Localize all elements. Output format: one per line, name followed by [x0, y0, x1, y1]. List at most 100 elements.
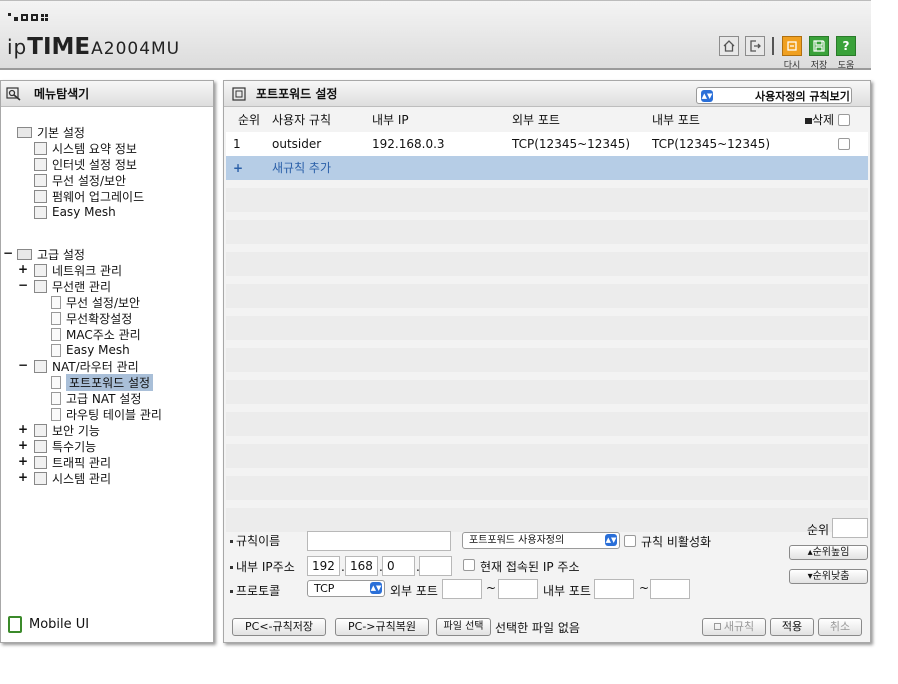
- tree-item-system[interactable]: 시스템 관리: [34, 470, 111, 486]
- pc-restore-button[interactable]: PC->규칙복원: [335, 618, 429, 636]
- rule-view-value: 사용자정의 규칙보기: [755, 89, 850, 103]
- tree-item-internet-info[interactable]: 인터넷 설정 정보: [34, 156, 137, 172]
- expand-security-toggle[interactable]: +: [18, 422, 28, 436]
- tree-item-easy-mesh[interactable]: Easy Mesh: [34, 204, 116, 220]
- help-label: 도움: [837, 61, 855, 71]
- tree-item-network[interactable]: 네트워크 관리: [34, 262, 122, 278]
- expand-network-toggle[interactable]: +: [18, 262, 28, 276]
- save-button[interactable]: [809, 36, 829, 56]
- empty-row: [226, 508, 868, 532]
- brand-time: TIME: [27, 34, 91, 60]
- port-forward-panel: 포트포워드 설정 ▲▼ 사용자정의 규칙보기 순위 사용자 규칙 내부 IP 외…: [223, 80, 871, 643]
- tree-item-wireless-sub-3[interactable]: MAC주소 관리: [51, 326, 141, 342]
- add-rule-label: 새규칙 추가: [272, 161, 332, 175]
- ip-octet-1[interactable]: 192: [307, 556, 340, 576]
- tree-item-traffic[interactable]: 트래픽 관리: [34, 454, 111, 470]
- expand-traffic-toggle[interactable]: +: [18, 454, 28, 468]
- upgrade-icon: [34, 189, 47, 203]
- cell-internal-ip: 192.168.0.3: [372, 137, 445, 151]
- ip-octet-2[interactable]: 168: [345, 556, 378, 576]
- delete-all-checkbox[interactable]: [838, 114, 850, 126]
- rule-name-input[interactable]: [307, 531, 451, 551]
- cancel-button[interactable]: 취소: [818, 618, 862, 636]
- tree-item-nat[interactable]: NAT/라우터 관리: [34, 358, 139, 374]
- order-input[interactable]: [832, 518, 868, 538]
- brand-ip: ip: [7, 35, 28, 59]
- tree-item-special[interactable]: 특수기능: [34, 438, 96, 454]
- expand-system-toggle[interactable]: +: [18, 470, 28, 484]
- tree-basic-label: 기본 설정: [37, 125, 85, 140]
- tree-item-wireless-security[interactable]: 무선 설정/보안: [34, 172, 126, 188]
- new-rule-button[interactable]: 새규칙: [702, 618, 766, 636]
- int-port-end-input[interactable]: [650, 579, 690, 599]
- empty-row: [226, 252, 868, 276]
- tree-label: 무선확장설정: [66, 311, 133, 326]
- tree-item-wireless[interactable]: 무선랜 관리: [34, 278, 111, 294]
- retry-button[interactable]: [782, 36, 802, 56]
- page-icon: [51, 311, 61, 325]
- cell-internal-port: TCP(12345~12345): [652, 137, 771, 151]
- tree-item-routing-table[interactable]: 라우팅 테이블 관리: [51, 406, 162, 422]
- tree-label: MAC주소 관리: [66, 327, 141, 342]
- tree-item-advanced-nat[interactable]: 고급 NAT 설정: [51, 390, 141, 406]
- order-up-button[interactable]: ▴순위높임: [789, 545, 868, 560]
- protocol-value: TCP: [314, 582, 335, 595]
- tree-item-system-summary[interactable]: 시스템 요약 정보: [34, 140, 137, 156]
- lock-icon: [34, 423, 47, 437]
- rule-table: 순위 사용자 규칙 내부 IP 외부 포트 내부 포트 삭제 1 outside…: [226, 108, 868, 532]
- ext-port-label: 외부 포트: [390, 584, 438, 598]
- col-external-port: 외부 포트: [512, 113, 560, 127]
- port-forward-header: 포트포워드 설정 ▲▼ 사용자정의 규칙보기: [224, 81, 870, 107]
- protocol-select[interactable]: TCP ▲▼: [307, 580, 385, 597]
- row-spacer: [226, 276, 868, 284]
- ext-port-start-input[interactable]: [442, 579, 482, 599]
- table-header-row: 순위 사용자 규칙 내부 IP 외부 포트 내부 포트 삭제: [226, 108, 868, 132]
- table-row[interactable]: 1 outsider 192.168.0.3 TCP(12345~12345) …: [226, 132, 868, 156]
- page-icon: [51, 407, 61, 421]
- pc-save-button[interactable]: PC<-규칙저장: [232, 618, 326, 636]
- page-icon: [51, 391, 61, 405]
- apply-button[interactable]: 적용: [770, 618, 814, 636]
- collapse-wireless-toggle[interactable]: −: [18, 278, 28, 292]
- tree-advanced-settings[interactable]: 고급 설정: [17, 246, 85, 262]
- rule-view-select[interactable]: ▲▼ 사용자정의 규칙보기: [696, 87, 852, 104]
- tree-label: 고급 설정: [37, 247, 85, 262]
- folder-plus-icon: [17, 126, 32, 138]
- bullet: [230, 566, 233, 569]
- tree-label: 인터넷 설정 정보: [52, 157, 137, 172]
- tree-basic-settings[interactable]: 기본 설정: [17, 124, 85, 140]
- file-select-button[interactable]: 파일 선택: [436, 618, 491, 636]
- add-rule-row[interactable]: + 새규칙 추가: [226, 156, 868, 180]
- tree-label: 시스템 요약 정보: [52, 141, 137, 156]
- home-button[interactable]: [719, 36, 739, 56]
- order-down-button[interactable]: ▾순위낮춤: [789, 569, 868, 584]
- tree-item-security[interactable]: 보안 기능: [34, 422, 100, 438]
- mobile-ui-link[interactable]: Mobile UI: [8, 616, 89, 633]
- tree-item-firmware[interactable]: 펌웨어 업그레이드: [34, 188, 144, 204]
- delete-row-checkbox[interactable]: [838, 138, 850, 150]
- help-button[interactable]: ?: [836, 36, 856, 56]
- tree-item-wireless-sub-2[interactable]: 무선확장설정: [51, 310, 132, 326]
- ext-port-end-input[interactable]: [498, 579, 538, 599]
- collapse-nat-toggle[interactable]: −: [18, 358, 28, 372]
- magnifier-icon: [6, 86, 21, 101]
- ip-octet-4[interactable]: [419, 556, 452, 576]
- expand-special-toggle[interactable]: +: [18, 438, 28, 452]
- advanced-collapse-toggle[interactable]: −: [3, 246, 13, 260]
- ext-port-tilde: ~: [486, 581, 497, 595]
- tree-label: 고급 NAT 설정: [66, 391, 142, 406]
- col-delete: 삭제: [805, 108, 834, 132]
- disable-rule-checkbox[interactable]: [624, 535, 636, 547]
- int-port-start-input[interactable]: [594, 579, 634, 599]
- current-ip-checkbox[interactable]: [463, 559, 475, 571]
- empty-row: [226, 380, 868, 404]
- tree-item-port-forward[interactable]: 포트포워드 설정: [51, 373, 154, 391]
- tree-item-wireless-sub-1[interactable]: 무선 설정/보안: [51, 294, 140, 310]
- ip-octet-3[interactable]: 0: [382, 556, 415, 576]
- network-icon: [34, 263, 47, 277]
- preset-select[interactable]: 포트포워드 사용자정의 ▲▼: [462, 532, 620, 549]
- logout-button[interactable]: [745, 36, 765, 56]
- tree-label: 시스템 관리: [52, 471, 112, 486]
- tree-item-wireless-sub-4[interactable]: Easy Mesh: [51, 342, 130, 358]
- row-spacer: [226, 340, 868, 348]
